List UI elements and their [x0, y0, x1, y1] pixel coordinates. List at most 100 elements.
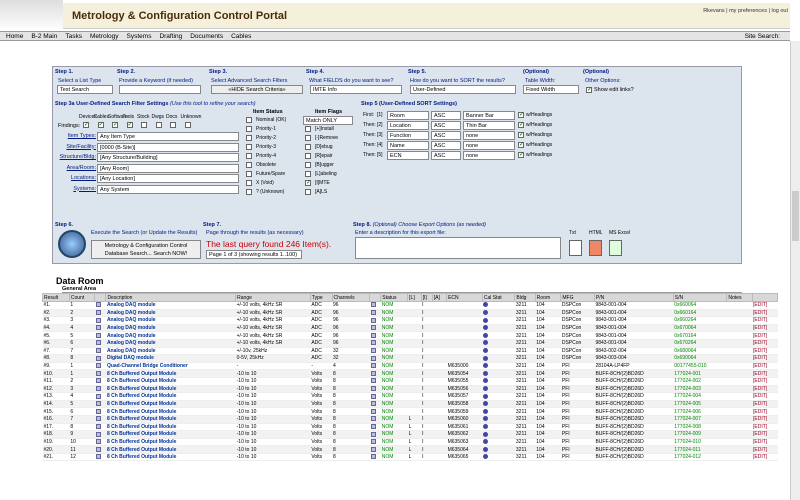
cal-status-icon[interactable] [482, 438, 515, 447]
row-icon[interactable] [94, 392, 106, 401]
item-tools-icon[interactable] [369, 316, 381, 325]
table-row[interactable]: #2. 2 Analog DAQ module +/-10 volts, 4kHz S… [42, 309, 778, 318]
sort-style-select[interactable]: none [463, 141, 515, 150]
table-row[interactable]: #8. 8 Digital DAQ module 0-5V, 25kHz ADC 32 NO… [42, 354, 778, 363]
item-description[interactable]: Quad-Channel Bridge Conditioner [105, 362, 236, 371]
row-icon[interactable] [94, 400, 106, 409]
item-status-checkbox[interactable] [246, 162, 252, 168]
table-row[interactable]: #19. 10 8 Ch Buffered Output Module -10 to … [42, 438, 778, 447]
nav-item-b-2-main[interactable]: B-2 Main [31, 33, 57, 40]
cal-status-icon[interactable] [482, 423, 515, 432]
filter-select[interactable]: [Any Room] [97, 163, 239, 173]
item-description[interactable]: Analog DAQ module [105, 316, 236, 325]
row-icon[interactable] [94, 438, 106, 447]
cal-status-icon[interactable] [482, 354, 515, 363]
sort-field-select[interactable]: Room [387, 111, 429, 120]
item-description[interactable]: Digital DAQ module [105, 354, 236, 363]
sort-style-select[interactable]: none [463, 151, 515, 160]
item-description[interactable]: Analog DAQ module [105, 309, 236, 318]
item-tools-icon[interactable] [369, 392, 381, 401]
table-row[interactable]: #14. 5 8 Ch Buffered Output Module -10 to 1… [42, 400, 778, 409]
column-header[interactable]: [A] [431, 293, 448, 302]
edit-link[interactable]: [EDIT] [752, 309, 778, 318]
row-icon[interactable] [94, 430, 106, 439]
item-tools-icon[interactable] [369, 324, 381, 333]
column-header[interactable]: MFG [560, 293, 595, 302]
table-row[interactable]: #15. 6 8 Ch Buffered Output Module -10 to 1… [42, 407, 778, 416]
search-now-button[interactable]: Metrology & Configuration Control Databas… [91, 240, 201, 259]
column-header[interactable]: ECN [446, 293, 483, 302]
edit-link[interactable]: [EDIT] [752, 316, 778, 325]
column-header[interactable]: Notes [726, 293, 753, 302]
column-header[interactable]: Cal Stat [481, 293, 516, 302]
findings-devices-checkbox[interactable] [83, 121, 89, 128]
filter-select[interactable]: Any Item Type [97, 132, 239, 141]
edit-link[interactable]: [EDIT] [752, 301, 778, 310]
nav-item-documents[interactable]: Documents [190, 33, 223, 40]
export-description-input[interactable] [355, 237, 561, 259]
edit-link[interactable]: [EDIT] [752, 377, 778, 386]
item-description[interactable]: Analog DAQ module [105, 324, 236, 333]
nav-item-cables[interactable]: Cables [231, 33, 251, 40]
column-header[interactable] [751, 293, 779, 302]
nav-item-home[interactable]: Home [6, 33, 23, 40]
edit-link[interactable]: [EDIT] [752, 392, 778, 401]
table-row[interactable]: #9. 1 Quad-Channel Bridge Conditioner - -4 NO… [42, 362, 778, 371]
item-tools-icon[interactable] [369, 339, 381, 348]
sort-field-select[interactable]: Function [387, 131, 429, 140]
item-status-checkbox[interactable] [246, 180, 252, 186]
sort-style-select[interactable]: Banner Bar [463, 111, 515, 120]
table-row[interactable]: #21. 12 8 Ch Buffered Output Module -10 to … [42, 453, 778, 462]
row-icon[interactable] [94, 385, 106, 394]
cal-status-icon[interactable] [482, 430, 515, 439]
item-flag-checkbox[interactable] [305, 135, 311, 141]
item-tools-icon[interactable] [369, 354, 381, 363]
cal-status-icon[interactable] [482, 362, 515, 371]
item-description[interactable]: Analog DAQ module [105, 301, 236, 310]
filter-select[interactable]: [0000 (B-Site)] [97, 142, 239, 152]
cal-status-icon[interactable] [482, 385, 515, 394]
table-row[interactable]: #10. 1 8 Ch Buffered Output Module -10 to 1… [42, 369, 778, 378]
flags-match-select[interactable]: Match ONLY [303, 116, 353, 125]
item-tools-icon[interactable] [369, 423, 381, 432]
column-header[interactable]: P/N [593, 293, 674, 302]
nav-item-tasks[interactable]: Tasks [65, 33, 82, 40]
edit-link[interactable]: [EDIT] [752, 362, 778, 371]
row-icon[interactable] [94, 324, 106, 333]
item-tools-icon[interactable] [369, 438, 381, 447]
nav-item-systems[interactable]: Systems [127, 33, 152, 40]
column-header[interactable]: Range [235, 293, 311, 302]
table-row[interactable]: #5. 5 Analog DAQ module +/-10 volts, 4kHz S… [42, 331, 778, 340]
sort-direction-select[interactable]: ASC [431, 111, 461, 120]
list-type-select[interactable]: Text Search [57, 85, 113, 94]
table-row[interactable]: #18. 9 8 Ch Buffered Output Module -10 to 1… [42, 430, 778, 439]
column-header[interactable]: Count [68, 293, 96, 302]
sort-field-select[interactable]: Name [387, 141, 429, 150]
item-flag-checkbox[interactable] [305, 189, 311, 195]
row-icon[interactable] [94, 415, 106, 424]
row-icon[interactable] [94, 301, 106, 310]
cal-status-icon[interactable] [482, 347, 515, 356]
table-row[interactable]: #1. 1 Analog DAQ module +/-10 volts, 4kHz S… [42, 301, 778, 310]
cal-status-icon[interactable] [482, 377, 515, 386]
cal-status-icon[interactable] [482, 309, 515, 318]
item-description[interactable]: 8 Ch Buffered Output Module [105, 438, 236, 447]
table-row[interactable]: #13. 4 8 Ch Buffered Output Module -10 to 1… [42, 392, 778, 401]
item-tools-icon[interactable] [369, 301, 381, 310]
column-header[interactable]: S/N [672, 293, 728, 302]
findings-stock-checkbox[interactable] [141, 122, 147, 128]
cal-status-icon[interactable] [482, 331, 515, 340]
item-status-checkbox[interactable] [246, 171, 252, 177]
cal-status-icon[interactable] [482, 316, 515, 325]
edit-link[interactable]: [EDIT] [752, 415, 778, 424]
sort-field-select[interactable]: Location [387, 121, 429, 130]
item-flag-checkbox[interactable] [305, 153, 311, 159]
table-row[interactable]: #16. 7 8 Ch Buffered Output Module -10 to 1… [42, 415, 778, 424]
column-header[interactable]: Channels [331, 293, 371, 302]
column-header[interactable]: Result [42, 293, 70, 302]
item-flag-checkbox[interactable] [305, 126, 311, 132]
scrollbar-thumb[interactable] [792, 191, 799, 241]
item-flag-checkbox[interactable] [305, 171, 311, 177]
cal-status-icon[interactable] [482, 392, 515, 401]
row-icon[interactable] [94, 377, 106, 386]
